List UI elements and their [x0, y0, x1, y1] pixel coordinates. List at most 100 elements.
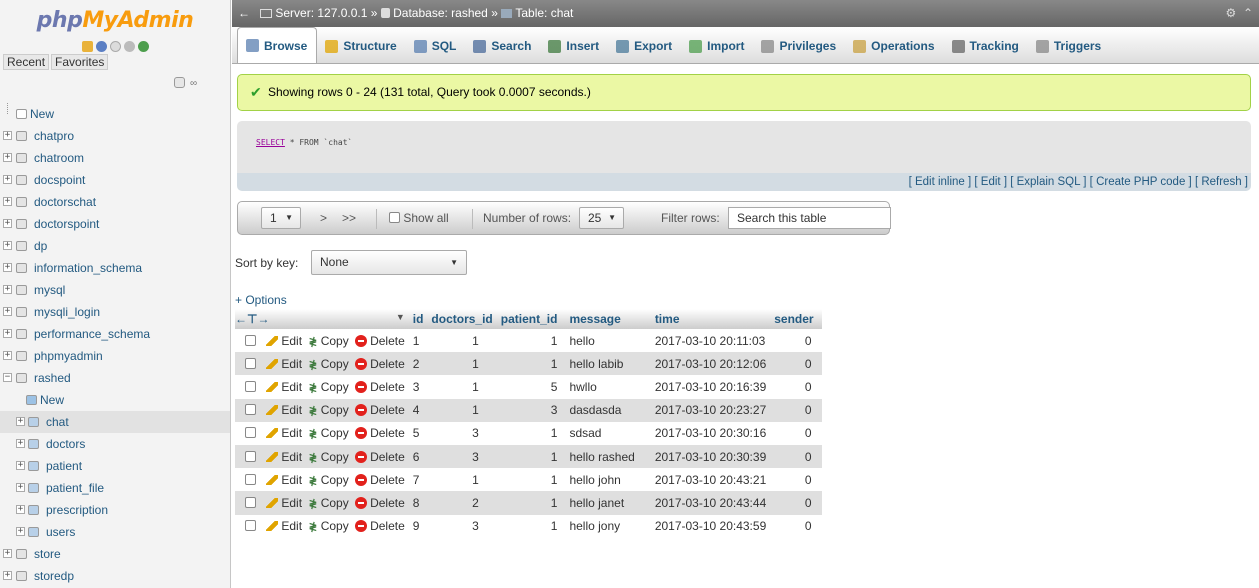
page-select[interactable]: 1 ▼	[261, 207, 301, 229]
cell-patient-id[interactable]: 3	[496, 398, 562, 422]
tab-search[interactable]: Search	[465, 29, 540, 63]
sidebar-item-performance_schema[interactable]: + performance_schema	[0, 323, 230, 345]
row-checkbox[interactable]	[245, 496, 256, 508]
copy-link[interactable]: ≹ Copy	[309, 519, 349, 533]
rows-select[interactable]: 25 ▼	[579, 207, 624, 229]
delete-link[interactable]: Delete	[354, 334, 405, 348]
tab-privileges[interactable]: Privileges	[753, 29, 845, 63]
expand-icon[interactable]: +	[3, 241, 12, 250]
cell-sender[interactable]: 0	[770, 329, 822, 353]
edit-link[interactable]: Edit	[266, 496, 302, 510]
column-header-doctors-id[interactable]: doctors_id	[427, 309, 497, 329]
cell-id[interactable]: 8	[408, 491, 428, 515]
cell-doctors-id[interactable]: 3	[427, 421, 497, 445]
tab-triggers[interactable]: Triggers	[1028, 29, 1110, 63]
cell-time[interactable]: 2017-03-10 20:30:16	[650, 421, 771, 445]
cell-patient-id[interactable]: 1	[496, 491, 562, 515]
cell-doctors-id[interactable]: 1	[427, 398, 497, 422]
cell-doctors-id[interactable]: 1	[427, 468, 497, 492]
expand-icon[interactable]: +	[16, 527, 25, 536]
expand-icon[interactable]: +	[16, 483, 25, 492]
sql-links[interactable]: [ Edit inline ] [ Edit ] [ Explain SQL ]…	[237, 173, 1251, 191]
cell-doctors-id[interactable]: 2	[427, 491, 497, 515]
tab-insert[interactable]: Insert	[540, 29, 608, 63]
collapse-all-icon[interactable]	[174, 77, 185, 88]
tab-browse[interactable]: Browse	[237, 27, 318, 63]
cell-id[interactable]: 4	[408, 398, 428, 422]
column-arrows-icon[interactable]: ←⊤→	[235, 312, 269, 326]
filter-input[interactable]: Search this table	[728, 207, 891, 229]
copy-link[interactable]: ≹ Copy	[309, 380, 349, 394]
cell-message[interactable]: sdsad	[561, 421, 651, 445]
sql-query[interactable]: SELECT * FROM `chat`	[256, 138, 352, 147]
sidebar-table-doctors[interactable]: + doctors	[0, 433, 230, 455]
tab-structure[interactable]: Structure	[317, 29, 405, 63]
cell-id[interactable]: 9	[408, 514, 428, 538]
breadcrumb-table[interactable]: Table: chat	[515, 6, 573, 20]
sidebar-table-patient_file[interactable]: + patient_file	[0, 477, 230, 499]
delete-link[interactable]: Delete	[354, 519, 405, 533]
row-checkbox[interactable]	[245, 404, 256, 416]
expand-icon[interactable]: +	[3, 307, 12, 316]
column-header-id[interactable]: id	[408, 309, 428, 329]
copy-link[interactable]: ≹ Copy	[309, 450, 349, 464]
sidebar-item-rashed[interactable]: − rashed	[0, 367, 230, 389]
tab-export[interactable]: Export	[608, 29, 681, 63]
sidebar-item-chatroom[interactable]: + chatroom	[0, 147, 230, 169]
cell-sender[interactable]: 0	[770, 375, 822, 399]
cell-patient-id[interactable]: 1	[496, 329, 562, 353]
cell-patient-id[interactable]: 1	[496, 514, 562, 538]
cell-time[interactable]: 2017-03-10 20:16:39	[650, 375, 771, 399]
sql-keyword[interactable]: SELECT	[256, 138, 285, 147]
cell-id[interactable]: 3	[408, 375, 428, 399]
cell-sender[interactable]: 0	[770, 514, 822, 538]
expand-icon[interactable]: +	[16, 505, 25, 514]
sidebar-item-storedp[interactable]: + storedp	[0, 565, 230, 587]
sidebar-new-database[interactable]: New	[0, 103, 230, 125]
settings-gear-icon[interactable]: ⚙	[1226, 6, 1237, 20]
copy-link[interactable]: ≹ Copy	[309, 403, 349, 417]
sidebar-item-mysqli_login[interactable]: + mysqli_login	[0, 301, 230, 323]
cell-patient-id[interactable]: 1	[496, 468, 562, 492]
copy-link[interactable]: ≹ Copy	[309, 334, 349, 348]
expand-icon[interactable]: +	[3, 131, 12, 140]
sidebar-table-prescription[interactable]: + prescription	[0, 499, 230, 521]
column-header-patient-id[interactable]: patient_id	[496, 309, 562, 329]
recent-tab[interactable]: Recent	[3, 54, 50, 70]
copy-link[interactable]: ≹ Copy	[309, 473, 349, 487]
sidebar-item-store[interactable]: + store	[0, 543, 230, 565]
sidebar-item-phpmyadmin[interactable]: + phpmyadmin	[0, 345, 230, 367]
docs-icon[interactable]	[109, 40, 121, 52]
sidebar-item-docspoint[interactable]: + docspoint	[0, 169, 230, 191]
delete-link[interactable]: Delete	[354, 403, 405, 417]
cell-patient-id[interactable]: 5	[496, 375, 562, 399]
column-header-time[interactable]: time	[650, 309, 771, 329]
sidebar-item-mysql[interactable]: + mysql	[0, 279, 230, 301]
collapse-arrow-icon[interactable]: ⌃	[1243, 6, 1253, 20]
sidebar-table-patient[interactable]: + patient	[0, 455, 230, 477]
cell-time[interactable]: 2017-03-10 20:30:39	[650, 444, 771, 469]
row-checkbox[interactable]	[245, 450, 256, 462]
show-all-checkbox[interactable]	[389, 212, 400, 223]
options-link[interactable]: + Options	[235, 293, 287, 307]
cell-message[interactable]: hello	[561, 329, 651, 353]
delete-link[interactable]: Delete	[354, 426, 405, 440]
sidebar-new-table[interactable]: New	[0, 389, 230, 411]
row-checkbox[interactable]	[245, 380, 256, 392]
sidebar-table-chat[interactable]: + chat	[0, 411, 230, 433]
show-all-control[interactable]: Show all	[389, 202, 449, 234]
cell-sender[interactable]: 0	[770, 468, 822, 492]
edit-link[interactable]: Edit	[266, 426, 302, 440]
next-button[interactable]: >	[320, 202, 327, 234]
sort-select[interactable]: None ▼	[311, 250, 467, 275]
cell-message[interactable]: hwllo	[561, 375, 651, 399]
row-checkbox[interactable]	[245, 520, 256, 532]
copy-link[interactable]: ≹ Copy	[309, 496, 349, 510]
tab-sql[interactable]: SQL	[406, 29, 466, 63]
breadcrumb-database[interactable]: Database: rashed »	[393, 6, 498, 20]
home-icon[interactable]	[81, 40, 93, 52]
breadcrumb-server[interactable]: Server: 127.0.0.1 »	[275, 6, 377, 20]
settings-gear-icon[interactable]	[123, 40, 135, 52]
expand-icon[interactable]: −	[3, 373, 12, 382]
cell-doctors-id[interactable]: 1	[427, 375, 497, 399]
